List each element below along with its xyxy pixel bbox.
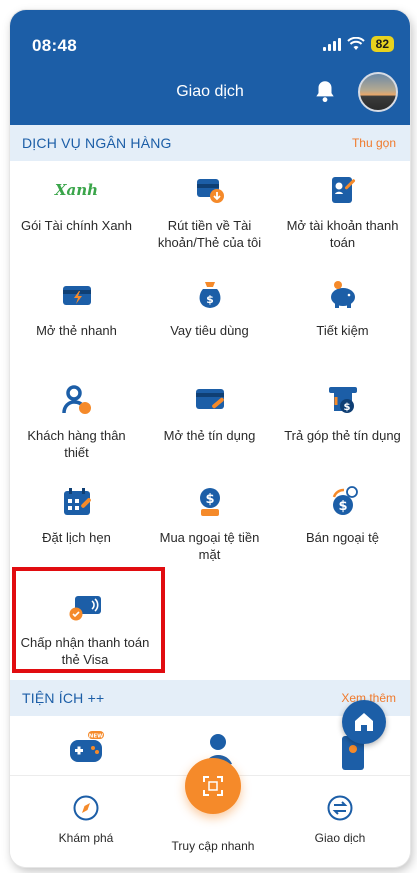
app-header: 08:48 82 Giao dịch bbox=[10, 10, 410, 125]
section-title: DỊCH VỤ NGÂN HÀNG bbox=[22, 135, 172, 151]
new-badge: NEW bbox=[89, 734, 103, 740]
transfer-icon bbox=[327, 795, 353, 821]
quick-card-icon bbox=[62, 286, 91, 305]
compass-icon bbox=[73, 795, 99, 821]
svg-text:$: $ bbox=[205, 492, 214, 507]
highlight-box bbox=[12, 567, 165, 673]
service-label: Bán ngoại tệ bbox=[305, 530, 379, 545]
credit-card-icon bbox=[195, 389, 224, 409]
wifi-icon bbox=[346, 37, 365, 50]
game-controller-icon[interactable]: NEW bbox=[66, 728, 106, 768]
section-title: TIỆN ÍCH ++ bbox=[22, 690, 105, 706]
svg-text:$: $ bbox=[206, 293, 214, 306]
service-open-account[interactable]: Mở tài khoản thanh toán bbox=[276, 173, 409, 251]
quick-access-fab[interactable] bbox=[185, 758, 241, 814]
nav-label: Giao dịch bbox=[314, 831, 366, 845]
buy-currency-icon: $ bbox=[199, 488, 220, 516]
service-appointment[interactable]: Đặt lịch hẹn bbox=[10, 485, 143, 546]
home-icon bbox=[355, 713, 373, 731]
service-withdraw[interactable]: Rút tiền về Tài khoản/Thẻ của tôi bbox=[143, 173, 276, 251]
installment-icon: $ bbox=[328, 387, 357, 413]
collapse-link[interactable]: Thu gọn bbox=[352, 136, 396, 150]
service-label: Rút tiền về Tài khoản/Thẻ của tôi bbox=[157, 218, 262, 250]
nav-explore[interactable]: Khám phá bbox=[26, 794, 146, 845]
nav-transactions[interactable]: Giao dịch bbox=[280, 794, 400, 845]
status-icons: 82 bbox=[322, 36, 394, 52]
bell-icon[interactable] bbox=[312, 78, 338, 104]
service-label: Mở thẻ nhanh bbox=[36, 323, 117, 338]
service-label: Khách hàng thân thiết bbox=[27, 428, 126, 460]
service-consumer-loan[interactable]: $ Vay tiêu dùng bbox=[143, 278, 276, 339]
battery-badge: 82 bbox=[370, 36, 394, 52]
calendar-icon bbox=[63, 488, 91, 515]
phone-screen: 08:48 82 Giao dịch DỊCH VỤ NGÂN HÀNG Thu… bbox=[10, 10, 410, 867]
service-label: Tiết kiệm bbox=[316, 323, 369, 338]
nav-label: Truy cập nhanh bbox=[171, 839, 255, 853]
service-green-finance[interactable]: Xanh Gói Tài chính Xanh bbox=[10, 173, 143, 234]
service-sell-currency[interactable]: $ Bán ngoại tệ bbox=[276, 485, 409, 546]
service-label: Gói Tài chính Xanh bbox=[20, 218, 133, 233]
page-title: Giao dịch bbox=[176, 83, 244, 100]
loyal-customer-icon bbox=[61, 385, 91, 414]
avatar[interactable] bbox=[358, 72, 398, 112]
home-button[interactable] bbox=[342, 700, 386, 744]
service-savings[interactable]: Tiết kiệm bbox=[276, 278, 409, 339]
open-account-icon bbox=[331, 177, 355, 203]
piggy-bank-icon bbox=[330, 281, 355, 308]
nav-label: Khám phá bbox=[58, 831, 114, 845]
money-bag-icon: $ bbox=[199, 282, 220, 308]
service-label: Đặt lịch hẹn bbox=[42, 530, 111, 545]
service-label: Mua ngoại tệ tiền mặt bbox=[159, 530, 260, 562]
service-quick-card[interactable]: Mở thẻ nhanh bbox=[10, 278, 143, 339]
withdraw-card-icon bbox=[196, 179, 224, 203]
sell-currency-icon: $ bbox=[332, 486, 358, 515]
service-installment[interactable]: $ Trả góp thẻ tín dụng bbox=[276, 383, 409, 444]
xanh-logo: Xanh bbox=[54, 181, 99, 199]
service-label: Vay tiêu dùng bbox=[170, 323, 249, 338]
nav-quick-access[interactable]: Truy cập nhanh bbox=[153, 830, 273, 853]
svg-text:$: $ bbox=[343, 402, 350, 413]
scan-icon bbox=[203, 776, 223, 796]
service-label: Trả góp thẻ tín dụng bbox=[284, 428, 401, 443]
service-label: Mở thẻ tín dụng bbox=[163, 428, 256, 443]
status-time: 08:48 bbox=[32, 36, 77, 55]
svg-text:$: $ bbox=[338, 499, 347, 514]
banking-section-header: DỊCH VỤ NGÂN HÀNG Thu gọn bbox=[10, 125, 410, 161]
service-label: Mở tài khoản thanh toán bbox=[286, 218, 399, 250]
service-loyal-customer[interactable]: Khách hàng thân thiết bbox=[10, 383, 143, 461]
signal-icon bbox=[322, 37, 341, 51]
service-credit-card[interactable]: Mở thẻ tín dụng bbox=[143, 383, 276, 444]
service-buy-currency[interactable]: $ Mua ngoại tệ tiền mặt bbox=[143, 485, 276, 563]
